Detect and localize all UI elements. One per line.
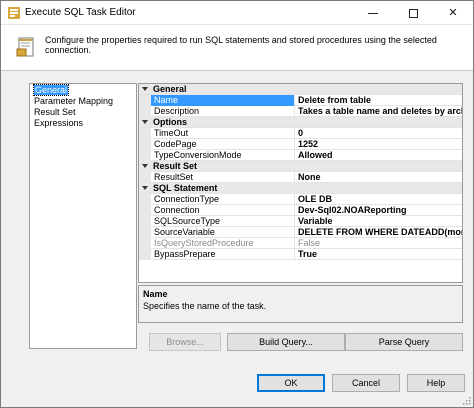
row-gutter [139,216,151,227]
property-row-typeconversionmode[interactable]: TypeConversionMode Allowed [139,150,462,161]
property-row-name[interactable]: Name Delete from table [139,95,462,106]
nav-item-label: Expressions [34,118,84,128]
property-name: TimeOut [151,128,295,139]
minimize-icon [368,12,378,14]
category-label: Options [153,117,187,127]
property-row-connection[interactable]: Connection Dev-Sql02.NOAReporting [139,205,462,216]
header-description: Configure the properties required to run… [45,35,437,55]
parse-query-button[interactable]: Parse Query [345,333,463,351]
property-value[interactable]: 1252 [295,139,462,150]
description-pane: Name Specifies the name of the task. [138,285,463,323]
property-row-bypassprepare[interactable]: BypassPrepare True [139,249,462,260]
collapse-icon[interactable] [142,87,148,91]
nav-item-general[interactable]: General [31,84,136,96]
property-name: Connection [151,205,295,216]
row-gutter [139,150,151,161]
collapse-icon[interactable] [142,164,148,168]
task-icon [16,37,34,57]
property-value[interactable]: Takes a table name and deletes by archiv… [295,106,462,117]
property-row-codepage[interactable]: CodePage 1252 [139,139,462,150]
minimize-button[interactable] [353,1,393,25]
window-title: Execute SQL Task Editor [25,7,136,18]
nav-item-expressions[interactable]: Expressions [31,118,136,129]
category-options[interactable]: Options [139,117,462,128]
property-name: TypeConversionMode [151,150,295,161]
property-name: SourceVariable [151,227,295,238]
property-value[interactable]: Allowed [295,150,462,161]
collapse-icon[interactable] [142,120,148,124]
help-button[interactable]: Help [407,374,465,392]
title-bar[interactable]: Execute SQL Task Editor ✕ [1,1,473,25]
property-value[interactable]: DELETE FROM WHERE DATEADD(month, 6, Arc [295,227,462,238]
property-name: SQLSourceType [151,216,295,227]
property-row-resultset[interactable]: ResultSet None [139,172,462,183]
property-value[interactable]: Variable [295,216,462,227]
resize-grip-icon[interactable] [463,397,471,405]
collapse-icon[interactable] [142,186,148,190]
category-result-set[interactable]: Result Set [139,161,462,172]
property-value[interactable]: 0 [295,128,462,139]
row-gutter [139,238,151,249]
build-query-button[interactable]: Build Query... [227,333,345,351]
property-value: False [298,238,321,248]
property-value[interactable]: Delete from table [295,95,462,106]
row-gutter [139,139,151,150]
property-value[interactable]: Dev-Sql02.NOAReporting [295,205,462,216]
execute-sql-task-editor-window: Execute SQL Task Editor ✕ Configure the … [0,0,474,408]
row-gutter [139,106,151,117]
browse-button: Browse... [149,333,221,351]
row-gutter [139,128,151,139]
property-value[interactable]: OLE DB [295,194,462,205]
property-row-sourcevariable[interactable]: SourceVariable DELETE FROM WHERE DATEADD… [139,227,462,238]
nav-item-label: Result Set [34,107,76,117]
nav-item-label: General [32,84,70,96]
category-sql-statement[interactable]: SQL Statement [139,183,462,194]
property-grid: General Name Delete from table Descripti… [138,83,463,283]
property-name: ResultSet [151,172,295,183]
nav-item-label: Parameter Mapping [34,96,114,106]
category-label: Result Set [153,161,198,171]
property-row-connectiontype[interactable]: ConnectionType OLE DB [139,194,462,205]
cancel-button[interactable]: Cancel [332,374,400,392]
description-text: Specifies the name of the task. [143,301,267,311]
app-icon [8,7,20,19]
nav-item-result-set[interactable]: Result Set [31,107,136,118]
row-gutter [139,227,151,238]
category-general[interactable]: General [139,84,462,95]
header-banner: Configure the properties required to run… [1,25,473,71]
maximize-icon [408,8,418,18]
row-gutter [139,194,151,205]
ok-button[interactable]: OK [257,374,325,392]
close-icon: ✕ [448,7,458,19]
property-row-timeout[interactable]: TimeOut 0 [139,128,462,139]
description-title: Name [143,289,168,299]
navigation-list: General Parameter Mapping Result Set Exp… [29,83,137,349]
property-row-sqlsourcetype[interactable]: SQLSourceType Variable [139,216,462,227]
close-button[interactable]: ✕ [433,1,473,25]
property-name: CodePage [151,139,295,150]
property-value[interactable]: None [295,172,462,183]
property-row-isquerystoredprocedure: IsQueryStoredProcedure False [139,238,462,249]
property-name: Description [151,106,295,117]
property-row-description[interactable]: Description Takes a table name and delet… [139,106,462,117]
nav-item-parameter-mapping[interactable]: Parameter Mapping [31,96,136,107]
property-name: IsQueryStoredProcedure [151,238,295,249]
row-gutter [139,249,151,260]
category-label: General [153,84,187,94]
property-value[interactable]: True [295,249,462,260]
row-gutter [139,205,151,216]
property-name: Name [151,95,295,106]
property-name: ConnectionType [151,194,295,205]
maximize-button[interactable] [393,1,433,25]
category-label: SQL Statement [153,183,218,193]
property-name: BypassPrepare [151,249,295,260]
row-gutter [139,172,151,183]
row-gutter [139,95,151,106]
